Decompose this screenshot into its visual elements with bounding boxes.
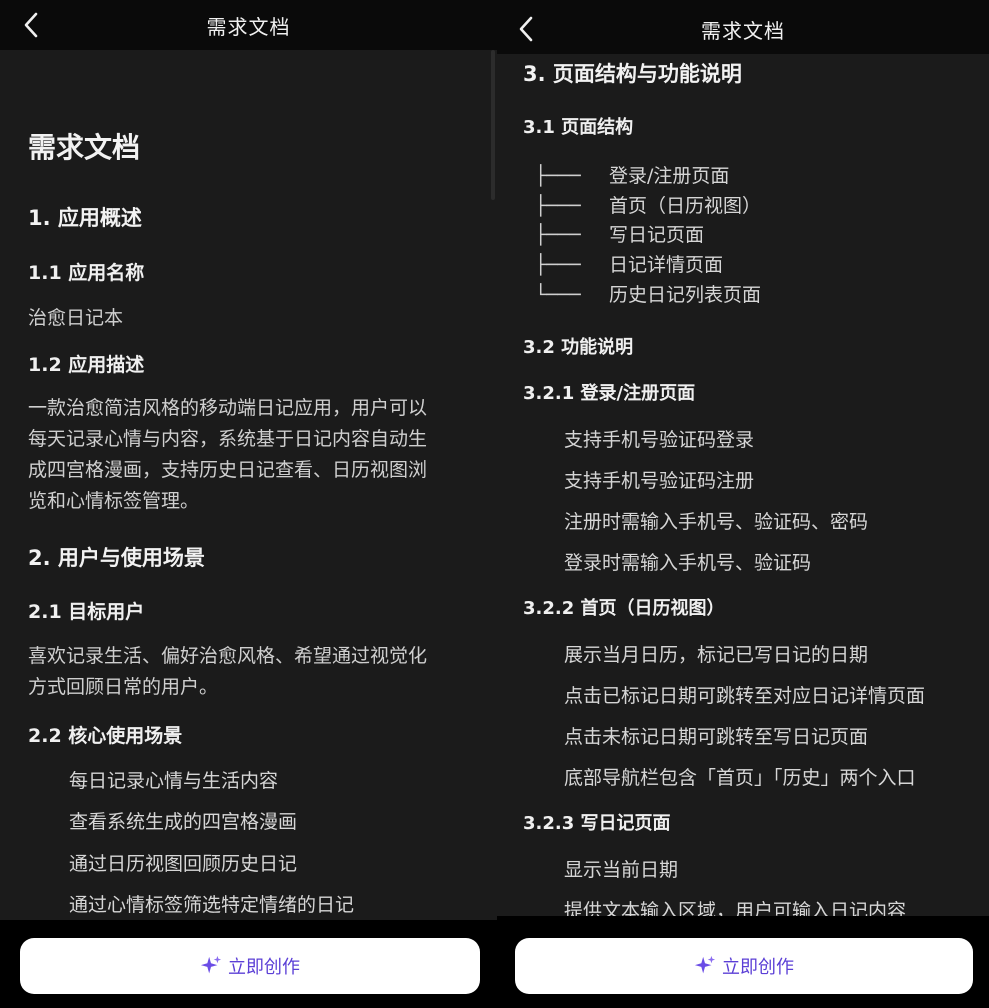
scrollbar[interactable] [491,50,495,200]
top-navigation-bar: 需求文档 [497,0,989,54]
subsection-heading: 3.1 页面结构 [523,117,634,138]
scenario-item: 通过心情标签筛选特定情绪的日记 [69,894,355,916]
tree-label: 历史日记列表页面 [609,284,762,306]
page-title: 需求文档 [206,14,291,39]
bottom-action-area: 立即创作 [497,916,989,1008]
subsection-heading: 1.2 应用描述 [28,354,145,376]
description-line: 成四宫格漫画，支持历史日记查看、日历视图浏 [28,459,428,481]
tree-item: ├─── 写日记页面 [535,220,704,247]
top-navigation-bar: 需求文档 [0,0,497,50]
create-now-label: 立即创作 [228,957,300,978]
create-now-label: 立即创作 [722,957,794,978]
scenario-item: 通过日历视图回顾历史日记 [69,853,298,875]
back-button[interactable] [14,8,48,42]
feature-item: 展示当月日历，标记已写日记的日期 [564,644,869,666]
sparkle-icon [200,955,222,974]
document-content[interactable]: 3. 页面结构与功能说明 3.1 页面结构 ├─── 登录/注册页面 ├─── 首页… [497,54,989,920]
feature-item: 支持手机号验证码注册 [564,470,755,492]
section-heading: 1. 应用概述 [28,206,142,230]
tree-branch: ├─── [535,165,581,187]
chevron-left-icon [519,16,533,42]
bottom-action-area: 立即创作 [0,920,497,1008]
tree-branch: ├─── [535,195,581,217]
chevron-left-icon [24,12,38,38]
subsection-heading: 3.2.2 首页（日历视图） [523,598,725,619]
subsection-heading: 2.1 目标用户 [28,601,145,623]
tree-branch: ├─── [535,224,581,246]
tree-item: ├─── 日记详情页面 [535,250,723,277]
document-content[interactable]: 需求文档 1. 应用概述 1.1 应用名称 治愈日记本 1.2 应用描述 一款治… [0,50,497,920]
target-user-line: 方式回顾日常的用户。 [28,676,219,698]
feature-item: 底部导航栏包含「首页」「历史」两个入口 [564,767,916,789]
subsection-heading: 1.1 应用名称 [28,262,145,284]
feature-item: 点击未标记日期可跳转至写日记页面 [564,726,869,748]
feature-item: 注册时需输入手机号、验证码、密码 [564,511,869,533]
feature-item: 显示当前日期 [564,859,679,881]
tree-item: └─── 历史日记列表页面 [535,280,761,307]
right-screen: 需求文档 3. 页面结构与功能说明 3.1 页面结构 ├─── 登录/注册页面 ├… [497,0,989,1008]
target-user-line: 喜欢记录生活、偏好治愈风格、希望通过视觉化 [28,645,428,667]
left-screen: 需求文档 需求文档 1. 应用概述 1.1 应用名称 治愈日记本 1.2 应用描… [0,0,497,1008]
document-title: 需求文档 [28,131,141,164]
tree-label: 首页（日历视图） [609,195,762,217]
app-name-text: 治愈日记本 [28,307,124,329]
subsection-heading: 3.2 功能说明 [523,337,634,358]
sparkle-icon [694,955,716,974]
feature-item: 登录时需输入手机号、验证码 [564,552,812,574]
tree-label: 登录/注册页面 [609,165,730,187]
feature-item: 支持手机号验证码登录 [564,429,755,451]
back-button[interactable] [509,12,543,46]
scenario-item: 每日记录心情与生活内容 [69,770,279,792]
feature-item: 点击已标记日期可跳转至对应日记详情页面 [564,685,926,707]
description-line: 览和心情标签管理。 [28,490,200,512]
tree-item: ├─── 首页（日历视图） [535,191,761,218]
create-now-button[interactable]: 立即创作 [20,938,480,994]
tree-label: 写日记页面 [609,224,705,246]
tree-label: 日记详情页面 [609,254,724,276]
page-title: 需求文档 [701,18,785,43]
section-heading: 3. 页面结构与功能说明 [523,62,742,86]
create-now-button[interactable]: 立即创作 [515,938,973,994]
subsection-heading: 3.2.3 写日记页面 [523,813,671,834]
description-line: 每天记录心情与内容，系统基于日记内容自动生 [28,428,428,450]
tree-branch: ├─── [535,254,581,276]
tree-branch: └─── [535,284,581,306]
subsection-heading: 3.2.1 登录/注册页面 [523,383,696,404]
description-line: 一款治愈简洁风格的移动端日记应用，用户可以 [28,397,428,419]
subsection-heading: 2.2 核心使用场景 [28,725,183,747]
section-heading: 2. 用户与使用场景 [28,546,205,570]
scenario-item: 查看系统生成的四宫格漫画 [69,811,298,833]
tree-item: ├─── 登录/注册页面 [535,161,729,188]
